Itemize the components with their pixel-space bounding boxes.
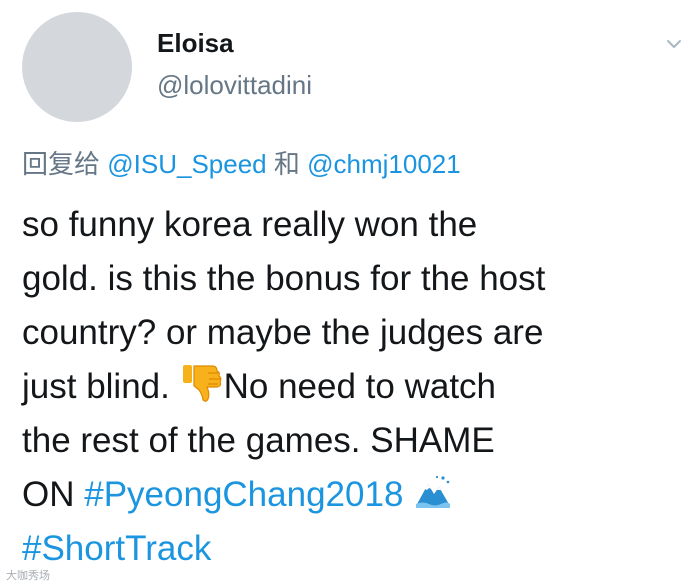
- display-name[interactable]: Eloisa: [157, 30, 234, 56]
- tweet-line: ON #PyeongChang2018: [22, 468, 686, 522]
- thumbs-down-emoji-icon: [182, 365, 222, 402]
- tweet-line: just blind. No need to watch: [22, 360, 686, 414]
- reply-context: 回复给 @ISU_Speed 和 @chmj10021: [22, 150, 461, 179]
- tweet-card: Eloisa @lolovittadini 回复给 @ISU_Speed 和 @…: [0, 0, 690, 586]
- snowy-mountain-icon: [416, 475, 451, 508]
- hashtag-shorttrack[interactable]: #ShortTrack: [22, 529, 211, 568]
- reply-conjunction: 和: [273, 149, 300, 179]
- avatar[interactable]: [22, 12, 132, 122]
- hashtag-pyeongchang2018[interactable]: #PyeongChang2018: [84, 475, 403, 514]
- watermark: 大咖秀场: [6, 570, 50, 582]
- user-handle[interactable]: @lolovittadini: [157, 72, 312, 98]
- tweet-line: country? or maybe the judges are: [22, 313, 544, 352]
- tweet-text-fragment: just blind.: [22, 367, 170, 406]
- tweet-line: the rest of the games. SHAME: [22, 421, 495, 460]
- tweet-line: gold. is this the bonus for the host: [22, 259, 546, 298]
- tweet-text-fragment: ON: [22, 475, 75, 514]
- mention-isu-speed[interactable]: @ISU_Speed: [107, 149, 266, 179]
- tweet-text: so funny korea really won the gold. is t…: [22, 198, 686, 576]
- tweet-text-fragment: No need to watch: [223, 367, 497, 406]
- mention-chmj10021[interactable]: @chmj10021: [307, 149, 461, 179]
- reply-prefix: 回复给: [22, 149, 101, 179]
- tweet-line: #ShortTrack: [22, 522, 686, 576]
- tweet-line: so funny korea really won the: [22, 205, 478, 244]
- chevron-down-icon[interactable]: [666, 36, 682, 52]
